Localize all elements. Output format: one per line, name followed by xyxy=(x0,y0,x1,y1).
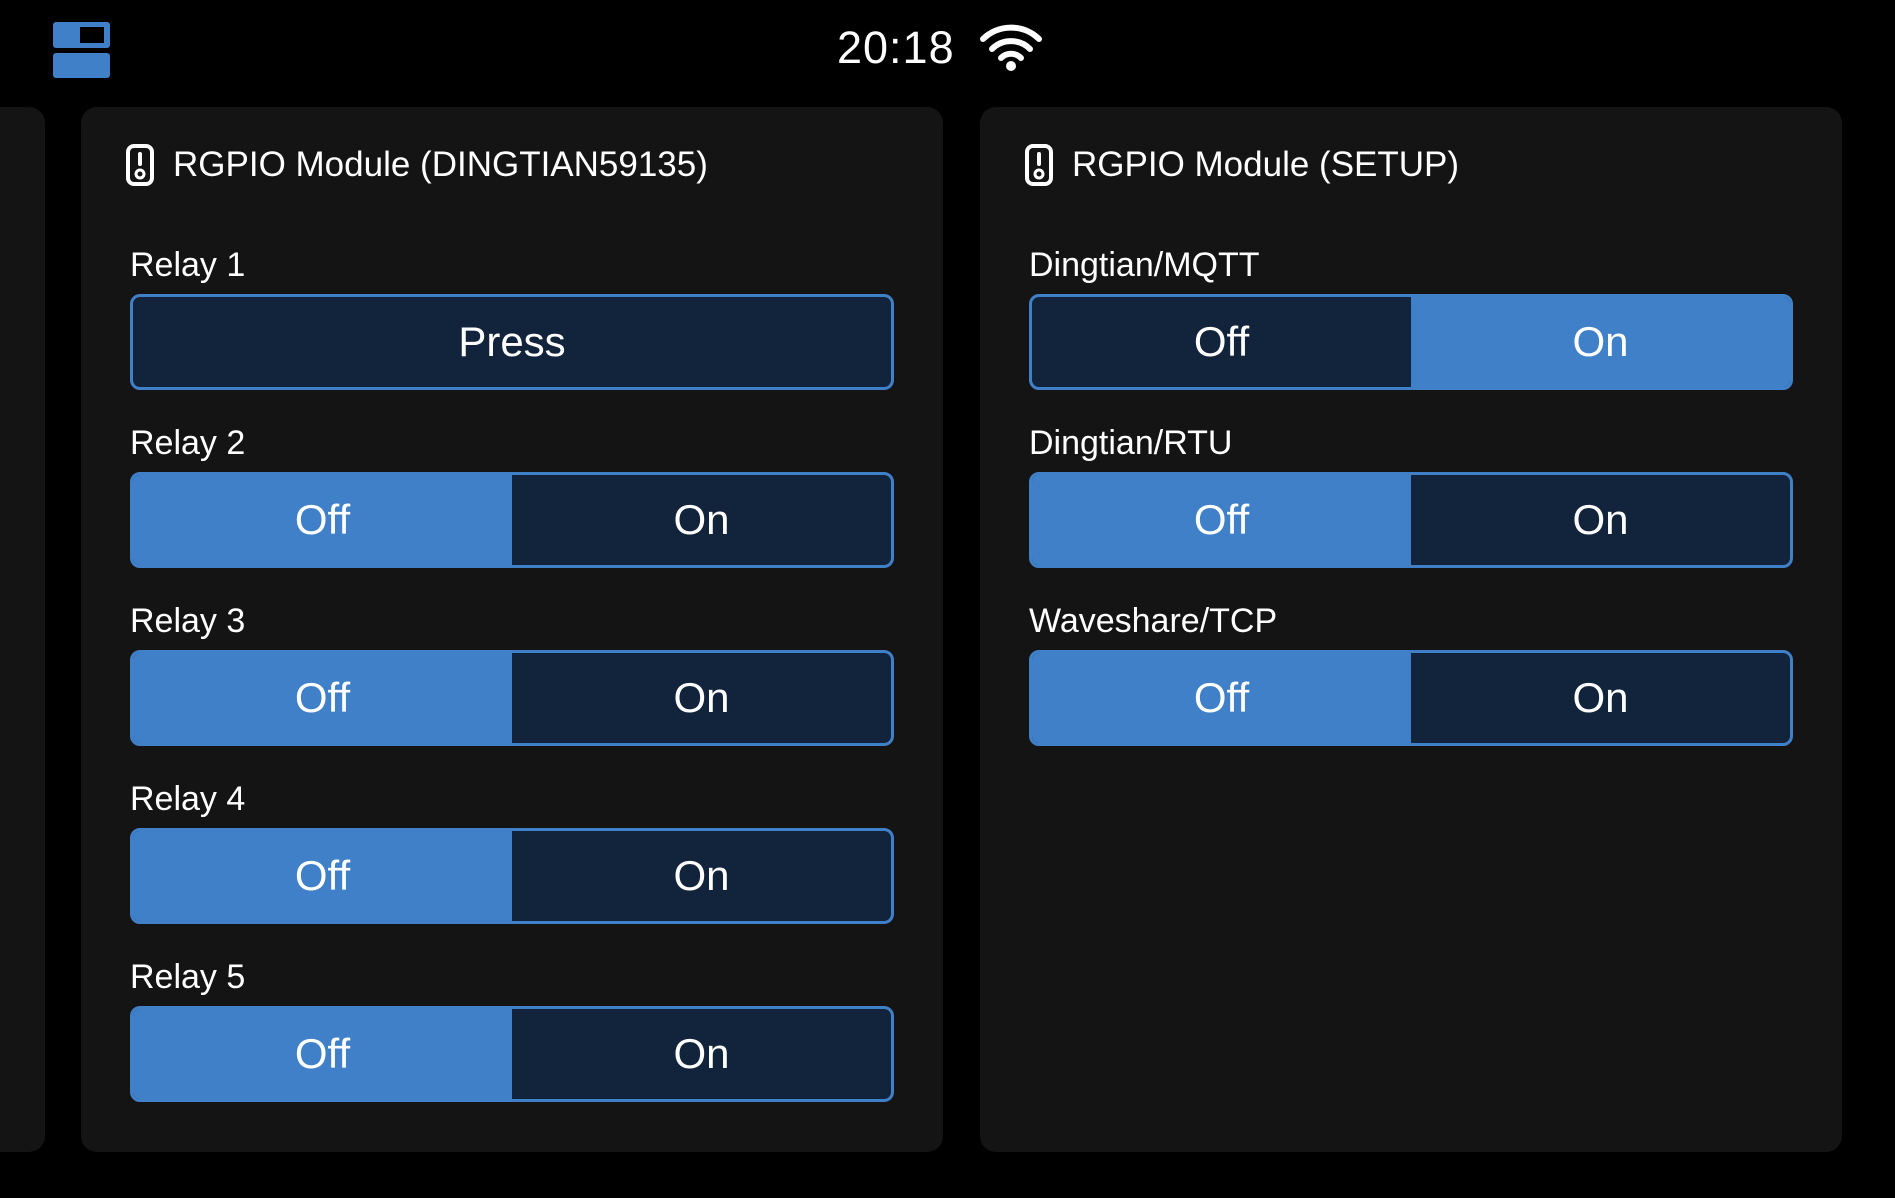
relay-4-label: Relay 4 xyxy=(130,780,246,818)
dingtian-rtu-toggle: Off On xyxy=(1029,472,1793,568)
relay-2-off-button[interactable]: Off xyxy=(133,475,512,565)
relay-5-label: Relay 5 xyxy=(130,958,246,996)
wifi-icon xyxy=(980,24,1042,71)
remote-icon xyxy=(1025,144,1053,186)
dashboard-toggle-icon[interactable] xyxy=(53,22,110,78)
offscreen-panel xyxy=(0,107,45,1152)
rgpio-module-panel-setup: RGPIO Module (SETUP) Dingtian/MQTT Off O… xyxy=(980,107,1842,1152)
dingtian-rtu-label: Dingtian/RTU xyxy=(1029,424,1233,462)
relay-4-toggle: Off On xyxy=(130,828,894,924)
status-bar: 20:18 xyxy=(0,0,1895,100)
relay-3-off-button[interactable]: Off xyxy=(133,653,512,743)
relay-1-press-button[interactable]: Press xyxy=(130,294,894,390)
dingtian-rtu-off-button[interactable]: Off xyxy=(1032,475,1411,565)
panel-header: RGPIO Module (DINGTIAN59135) xyxy=(125,137,708,193)
relay-5-on-button[interactable]: On xyxy=(512,1009,891,1099)
relay-4-off-button[interactable]: Off xyxy=(133,831,512,921)
rgpio-module-panel-dingtian: RGPIO Module (DINGTIAN59135) Relay 1 Pre… xyxy=(81,107,943,1152)
dingtian-mqtt-off-button[interactable]: Off xyxy=(1032,297,1411,387)
remote-icon xyxy=(126,144,154,186)
waveshare-tcp-on-button[interactable]: On xyxy=(1411,653,1790,743)
dingtian-rtu-on-button[interactable]: On xyxy=(1411,475,1790,565)
panel-header: RGPIO Module (SETUP) xyxy=(1024,137,1459,193)
waveshare-tcp-toggle: Off On xyxy=(1029,650,1793,746)
relay-3-toggle: Off On xyxy=(130,650,894,746)
dingtian-mqtt-on-button[interactable]: On xyxy=(1411,297,1790,387)
relay-4-on-button[interactable]: On xyxy=(512,831,891,921)
relay-3-on-button[interactable]: On xyxy=(512,653,891,743)
relay-2-label: Relay 2 xyxy=(130,424,246,462)
waveshare-tcp-label: Waveshare/TCP xyxy=(1029,602,1278,640)
clock: 20:18 xyxy=(837,22,955,73)
dingtian-mqtt-toggle: Off On xyxy=(1029,294,1793,390)
waveshare-tcp-off-button[interactable]: Off xyxy=(1032,653,1411,743)
relay-2-toggle: Off On xyxy=(130,472,894,568)
dingtian-mqtt-label: Dingtian/MQTT xyxy=(1029,246,1260,284)
relay-2-on-button[interactable]: On xyxy=(512,475,891,565)
relay-5-toggle: Off On xyxy=(130,1006,894,1102)
relay-3-label: Relay 3 xyxy=(130,602,246,640)
relay-1-label: Relay 1 xyxy=(130,246,246,284)
panel-title: RGPIO Module (SETUP) xyxy=(1072,145,1460,184)
panel-title: RGPIO Module (DINGTIAN59135) xyxy=(173,145,708,184)
relay-5-off-button[interactable]: Off xyxy=(133,1009,512,1099)
